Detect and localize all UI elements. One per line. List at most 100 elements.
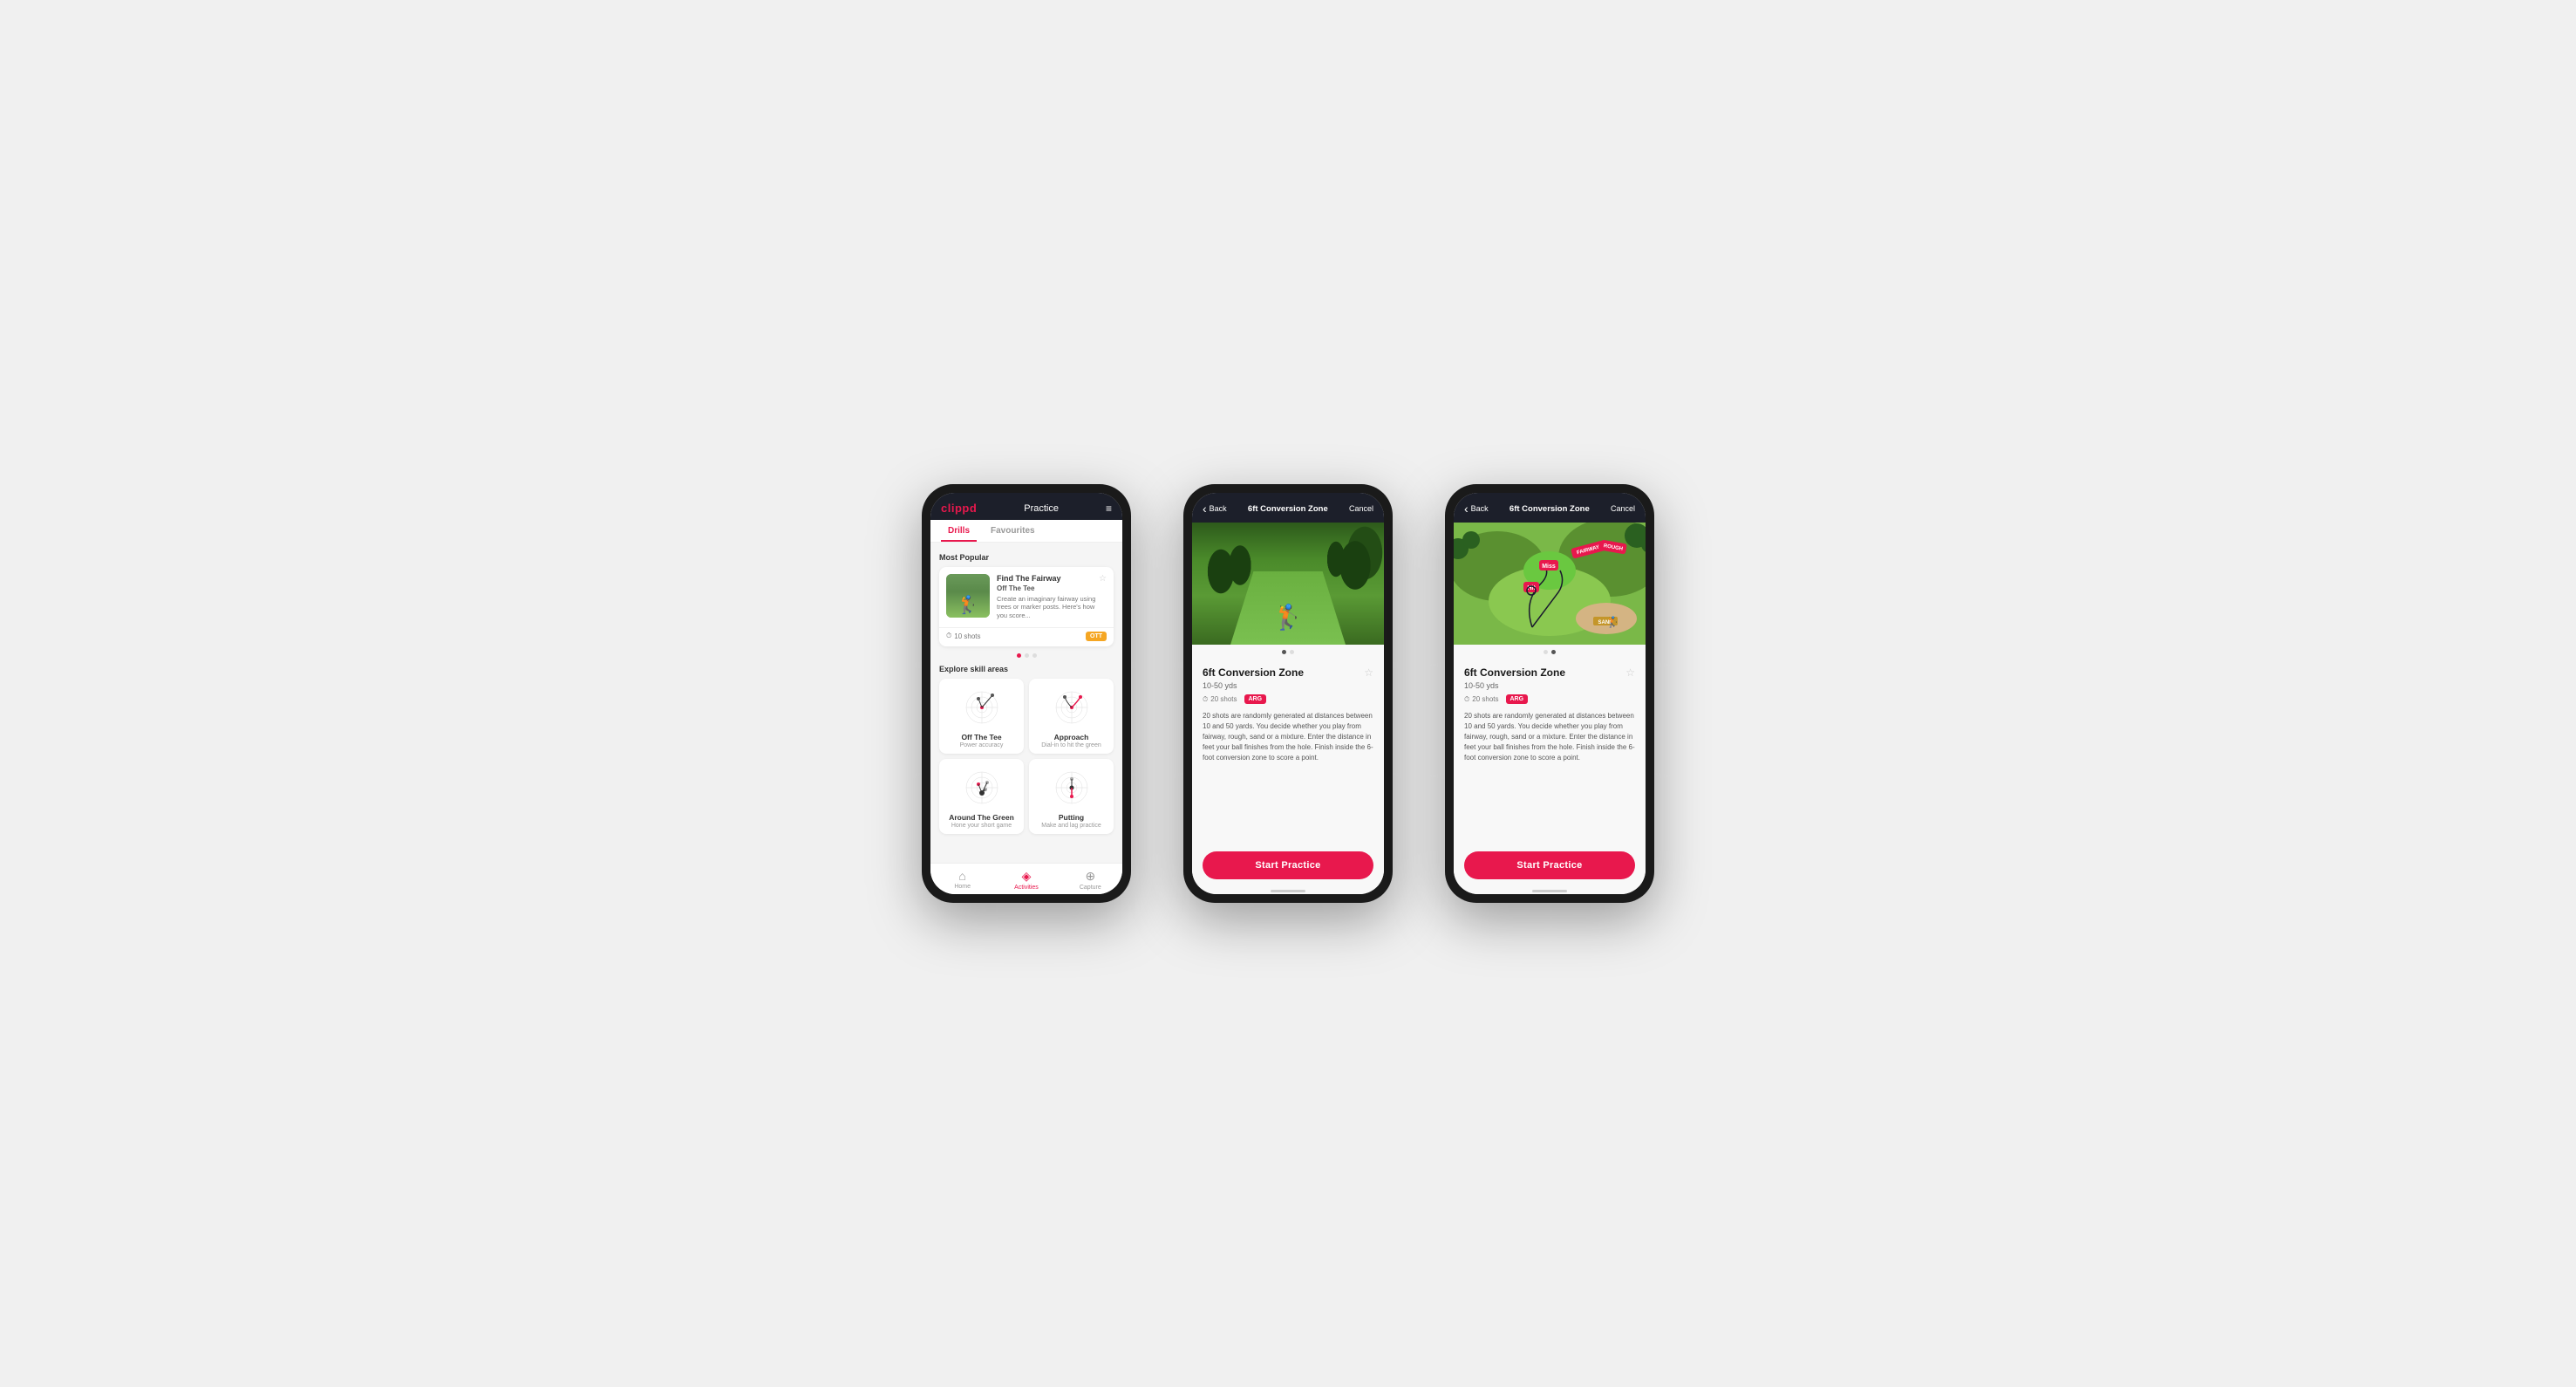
drill-title-illus: 6ft Conversion Zone (1464, 666, 1565, 679)
home-indicator-illus (1532, 890, 1567, 892)
screen-detail-illus: Back 6ft Conversion Zone Cancel (1454, 493, 1646, 894)
detail-footer-illus: Start Practice (1454, 844, 1646, 886)
drill-title-row-illus: 6ft Conversion Zone ☆ (1464, 666, 1635, 679)
tab-drills[interactable]: Drills (941, 520, 977, 542)
drill-range: 10-50 yds (1203, 681, 1373, 690)
drill-range-illus: 10-50 yds (1464, 681, 1635, 690)
nav-home[interactable]: ⌂ Home (930, 869, 994, 891)
activities-icon: ◈ (1022, 869, 1032, 884)
drill-meta-illus: 20 shots ARG (1464, 694, 1635, 704)
drill-shots: 20 shots (1203, 695, 1237, 704)
featured-drill-card[interactable]: Find The Fairway Off The Tee ☆ Create an… (939, 567, 1114, 646)
img-dot-illus-2 (1551, 650, 1556, 654)
nav-capture-label: Capture (1080, 885, 1101, 891)
menu-icon[interactable]: ≡ (1106, 502, 1112, 515)
nav-home-label: Home (954, 884, 971, 890)
ott-sub: Power accuracy (960, 742, 1004, 748)
putting-name: Putting (1059, 813, 1084, 822)
dot-1 (1017, 653, 1021, 658)
most-popular-heading: Most Popular (939, 553, 1114, 562)
ott-badge: OTT (1086, 632, 1107, 641)
dot-3 (1032, 653, 1037, 658)
featured-thumbnail (946, 574, 990, 618)
detail-footer-photo: Start Practice (1192, 844, 1384, 886)
arg-badge: ARG (1244, 694, 1267, 704)
drill-description-illus: 20 shots are randomly generated at dista… (1464, 711, 1635, 763)
img-dot-illus-1 (1544, 650, 1548, 654)
featured-drill-title: Find The Fairway (997, 574, 1061, 584)
skill-areas-grid: Off The Tee Power accuracy (939, 679, 1114, 834)
approach-icon (1050, 686, 1094, 729)
nav-activities-label: Activities (1014, 885, 1039, 891)
dot-2 (1025, 653, 1029, 658)
phone-drills-list: clippd Practice ≡ Drills Favourites Most… (922, 484, 1131, 903)
featured-drill-subtitle: Off The Tee (997, 584, 1061, 592)
nav-title: Practice (1024, 503, 1059, 514)
home-bar-area-illus (1454, 886, 1646, 894)
image-dots (1192, 645, 1384, 658)
fav-star-illus[interactable]: ☆ (1625, 666, 1635, 679)
detail-title-illus: 6ft Conversion Zone (1509, 504, 1590, 514)
tab-favourites[interactable]: Favourites (984, 520, 1042, 542)
drill-illustration: Miss Hit FAIRWAY ROUGH SAND � (1454, 523, 1646, 645)
featured-card-inner: Find The Fairway Off The Tee ☆ Create an… (939, 567, 1114, 627)
fav-star-icon[interactable]: ☆ (1364, 666, 1373, 679)
ott-name: Off The Tee (961, 733, 1001, 741)
approach-sub: Dial-in to hit the green (1041, 742, 1101, 748)
detail-content-photo: 6ft Conversion Zone ☆ 10-50 yds 20 shots… (1192, 658, 1384, 844)
detail-title-photo: 6ft Conversion Zone (1248, 504, 1328, 514)
skill-card-ott[interactable]: Off The Tee Power accuracy (939, 679, 1024, 754)
bottom-nav: ⌂ Home ◈ Activities ⊕ Capture (930, 863, 1122, 894)
featured-fav-icon[interactable]: ☆ (1099, 574, 1107, 584)
golfer-thumb (946, 574, 990, 618)
start-practice-button-illus[interactable]: Start Practice (1464, 851, 1635, 879)
screen-detail-photo: Back 6ft Conversion Zone Cancel 🏌️ 6ft C… (1192, 493, 1384, 894)
featured-info: Find The Fairway Off The Tee ☆ Create an… (997, 574, 1107, 620)
back-button-photo[interactable]: Back (1203, 502, 1227, 516)
app-logo: clippd (941, 502, 977, 515)
back-button-illus[interactable]: Back (1464, 502, 1489, 516)
arg-badge-illus: ARG (1506, 694, 1529, 704)
featured-footer: 10 shots OTT (939, 627, 1114, 646)
svg-text:🏌️: 🏌️ (1606, 616, 1619, 628)
skill-card-putting[interactable]: Putting Make and lag practice (1029, 759, 1114, 834)
putting-sub: Make and lag practice (1041, 823, 1101, 829)
phones-container: clippd Practice ≡ Drills Favourites Most… (922, 484, 1654, 903)
cancel-button-photo[interactable]: Cancel (1349, 504, 1373, 513)
skill-card-approach[interactable]: Approach Dial-in to hit the green (1029, 679, 1114, 754)
image-dots-illus (1454, 645, 1646, 658)
putting-icon (1050, 766, 1094, 810)
detail-header-illus: Back 6ft Conversion Zone Cancel (1454, 493, 1646, 523)
nav-activities[interactable]: ◈ Activities (994, 869, 1058, 891)
app-header: clippd Practice ≡ (930, 493, 1122, 520)
arg-sub: Hone your short game (951, 823, 1012, 829)
detail-content-illus: 6ft Conversion Zone ☆ 10-50 yds 20 shots… (1454, 658, 1646, 844)
drill-shots-illus: 20 shots (1464, 695, 1499, 704)
drill-photo: 🏌️ (1192, 523, 1384, 645)
approach-name: Approach (1054, 733, 1089, 741)
start-practice-button-photo[interactable]: Start Practice (1203, 851, 1373, 879)
home-bar-area (1192, 886, 1384, 894)
drill-title-row: 6ft Conversion Zone ☆ (1203, 666, 1373, 679)
screen-drills: clippd Practice ≡ Drills Favourites Most… (930, 493, 1122, 894)
phone-detail-illustration: Back 6ft Conversion Zone Cancel (1445, 484, 1654, 903)
detail-header-photo: Back 6ft Conversion Zone Cancel (1192, 493, 1384, 523)
skill-card-arg[interactable]: Around The Green Hone your short game (939, 759, 1024, 834)
shots-label: 10 shots (946, 632, 981, 640)
capture-icon: ⊕ (1085, 869, 1095, 884)
arg-icon (960, 766, 1004, 810)
cancel-button-illus[interactable]: Cancel (1611, 504, 1635, 513)
ott-icon (960, 686, 1004, 729)
home-icon: ⌂ (958, 869, 965, 883)
arg-name: Around The Green (949, 813, 1014, 822)
img-dot-1 (1282, 650, 1286, 654)
drills-content: Most Popular Find The Fairway Off The Te… (930, 543, 1122, 863)
nav-capture[interactable]: ⊕ Capture (1059, 869, 1122, 891)
phone-detail-photo: Back 6ft Conversion Zone Cancel 🏌️ 6ft C… (1183, 484, 1393, 903)
svg-text:Miss: Miss (1542, 564, 1556, 570)
drill-meta: 20 shots ARG (1203, 694, 1373, 704)
explore-heading: Explore skill areas (939, 665, 1114, 673)
drill-description: 20 shots are randomly generated at dista… (1203, 711, 1373, 763)
carousel-dots (939, 653, 1114, 658)
photo-golfer: 🏌️ (1273, 603, 1304, 632)
